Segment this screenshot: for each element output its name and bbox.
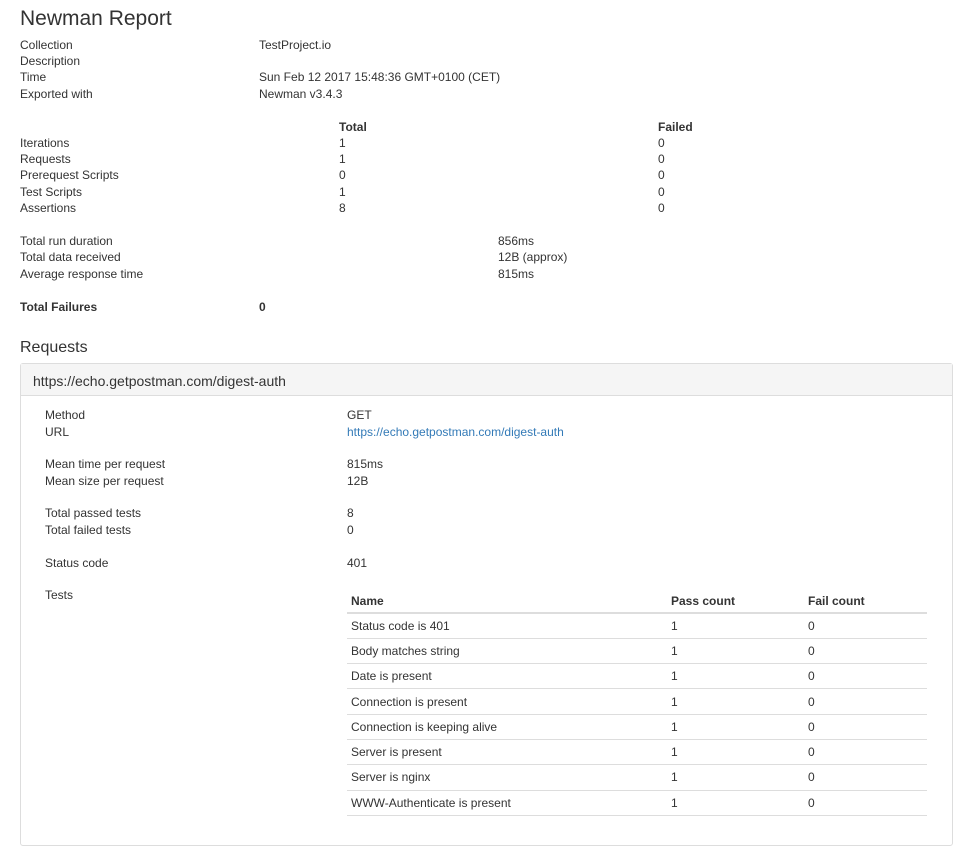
test-pass-count: 1 — [667, 764, 804, 791]
test-name: WWW-Authenticate is present — [347, 790, 667, 816]
test-pass-count: 1 — [667, 688, 804, 715]
summary-label-assertions: Assertions — [20, 201, 77, 215]
failed-tests-value: 0 — [347, 523, 354, 537]
url-label: URL — [45, 425, 70, 439]
summary-total-assertions: 8 — [339, 201, 346, 215]
summary-failed-iterations: 0 — [658, 136, 665, 150]
request-panel-heading[interactable]: https://echo.getpostman.com/digest-auth — [21, 364, 952, 396]
passed-tests-label: Total passed tests — [45, 506, 142, 520]
test-name: Status code is 401 — [347, 613, 667, 639]
failed-tests-label: Total failed tests — [45, 523, 132, 537]
test-pass-count: 1 — [667, 739, 804, 766]
summary-total-iterations: 1 — [339, 136, 346, 150]
test-name: Body matches string — [347, 638, 667, 665]
summary-failed-header: Failed — [658, 120, 693, 134]
test-name: Date is present — [347, 663, 667, 690]
table-row: Connection is present 1 0 — [347, 688, 927, 715]
test-fail-count: 0 — [804, 613, 927, 639]
status-code-value: 401 — [347, 556, 368, 570]
summary-total-prerequest: 0 — [339, 168, 346, 182]
test-pass-count: 1 — [667, 790, 804, 816]
info-value-time: Sun Feb 12 2017 15:48:36 GMT+0100 (CET) — [259, 70, 501, 84]
page-title: Newman Report — [20, 7, 172, 30]
total-failures-label: Total Failures — [20, 300, 98, 314]
test-pass-count: 1 — [667, 714, 804, 740]
total-failures-value: 0 — [259, 300, 266, 314]
summary-total-test-scripts: 1 — [339, 185, 346, 199]
table-row: Status code is 401 1 0 — [347, 613, 927, 639]
test-pass-count: 1 — [667, 638, 804, 665]
test-fail-count: 0 — [804, 790, 927, 816]
table-row: Connection is keeping alive 1 0 — [347, 714, 927, 740]
table-row: Server is present 1 0 — [347, 739, 927, 766]
passed-tests-value: 8 — [347, 506, 354, 520]
info-label-time: Time — [20, 70, 47, 84]
info-label-collection: Collection — [20, 38, 73, 52]
test-name: Connection is keeping alive — [347, 714, 667, 740]
info-value-exported: Newman v3.4.3 — [259, 87, 343, 101]
test-name: Server is present — [347, 739, 667, 766]
url-link[interactable]: https://echo.getpostman.com/digest-auth — [347, 424, 564, 440]
method-value: GET — [347, 408, 372, 422]
run-value-avg-response: 815ms — [498, 267, 535, 281]
tests-header-pass: Pass count — [667, 590, 804, 614]
tests-table-header-row: Name Pass count Fail count — [347, 590, 927, 614]
test-fail-count: 0 — [804, 638, 927, 665]
method-label: Method — [45, 408, 86, 422]
table-row: Body matches string 1 0 — [347, 638, 927, 665]
info-label-description: Description — [20, 54, 81, 68]
run-value-duration: 856ms — [498, 234, 535, 248]
tests-table: Name Pass count Fail count Status code i… — [347, 590, 927, 816]
mean-time-label: Mean time per request — [45, 457, 166, 471]
request-panel-title: https://echo.getpostman.com/digest-auth — [33, 373, 286, 389]
info-value-collection: TestProject.io — [259, 38, 332, 52]
requests-heading: Requests — [20, 339, 88, 356]
test-fail-count: 0 — [804, 688, 927, 715]
test-name: Server is nginx — [347, 764, 667, 791]
run-value-data: 12B (approx) — [498, 250, 568, 264]
summary-failed-assertions: 0 — [658, 201, 665, 215]
mean-size-value: 12B — [347, 474, 369, 488]
test-fail-count: 0 — [804, 663, 927, 690]
table-row: Date is present 1 0 — [347, 663, 927, 690]
test-pass-count: 1 — [667, 663, 804, 690]
info-label-exported: Exported with — [20, 87, 93, 101]
summary-failed-requests: 0 — [658, 152, 665, 166]
mean-size-label: Mean size per request — [45, 474, 164, 488]
summary-failed-test-scripts: 0 — [658, 185, 665, 199]
table-row: Server is nginx 1 0 — [347, 764, 927, 791]
tests-label: Tests — [45, 588, 74, 602]
summary-label-prerequest: Prerequest Scripts — [20, 168, 119, 182]
test-fail-count: 0 — [804, 739, 927, 766]
run-label-data: Total data received — [20, 250, 121, 264]
test-fail-count: 0 — [804, 764, 927, 791]
tests-header-fail: Fail count — [804, 590, 927, 614]
run-label-avg-response: Average response time — [20, 267, 144, 281]
status-code-label: Status code — [45, 556, 109, 570]
tests-header-name: Name — [347, 590, 667, 614]
summary-label-test-scripts: Test Scripts — [20, 185, 83, 199]
test-pass-count: 1 — [667, 613, 804, 639]
table-row: WWW-Authenticate is present 1 0 — [347, 790, 927, 816]
summary-failed-prerequest: 0 — [658, 168, 665, 182]
mean-time-value: 815ms — [347, 457, 384, 471]
summary-label-iterations: Iterations — [20, 136, 70, 150]
run-label-duration: Total run duration — [20, 234, 113, 248]
summary-label-requests: Requests — [20, 152, 71, 166]
test-fail-count: 0 — [804, 714, 927, 740]
summary-total-requests: 1 — [339, 152, 346, 166]
test-name: Connection is present — [347, 688, 667, 715]
summary-total-header: Total — [339, 120, 367, 134]
